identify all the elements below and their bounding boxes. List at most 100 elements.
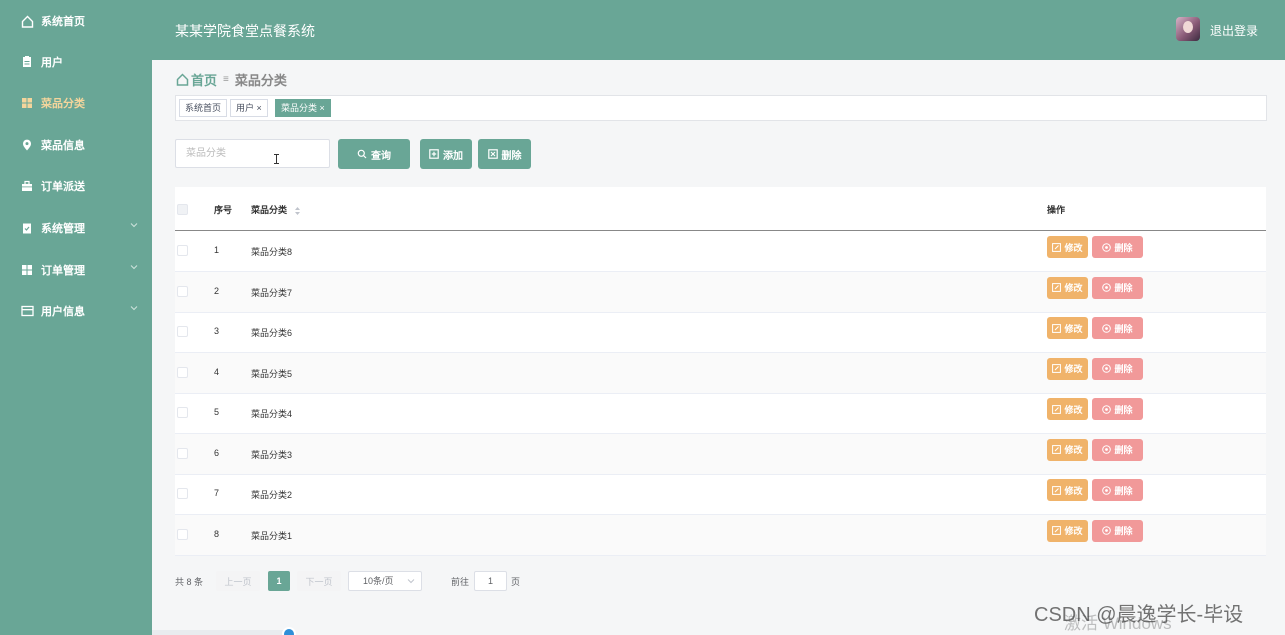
home-icon — [20, 14, 34, 28]
edit-button[interactable]: 修改 — [1047, 519, 1088, 542]
query-button[interactable]: 查询 — [338, 139, 410, 169]
row-checkbox[interactable] — [177, 447, 188, 459]
edit-icon — [1052, 323, 1062, 333]
table-row: 8 菜品分类1 修改 删除 — [175, 514, 1266, 556]
sidebar-item-order-delivery[interactable]: 订单派送 — [0, 165, 152, 207]
edit-button[interactable]: 修改 — [1047, 357, 1088, 380]
row-category: 菜品分类1 — [251, 530, 293, 541]
sidebar-item-label: 系统管理 — [41, 223, 85, 235]
sidebar: 系统首页 用户 菜品分类 菜品信息 订单派送 系统管理 订单管理 用户信息 — [0, 0, 152, 635]
delete-button-label: 删除 — [1114, 242, 1133, 253]
row-category: 菜品分类5 — [251, 368, 293, 379]
sort-icon[interactable] — [294, 206, 301, 216]
sidebar-item-dish-info[interactable]: 菜品信息 — [0, 124, 152, 166]
sidebar-item-label: 订单管理 — [41, 265, 85, 277]
delete-circle-icon — [1102, 445, 1112, 454]
row-index: 8 — [214, 528, 220, 539]
tag-dish-category[interactable]: 菜品分类 × — [275, 99, 331, 117]
batch-delete-button-label: 删除 — [501, 150, 522, 162]
table-row: 7 菜品分类2 修改 删除 — [175, 474, 1266, 515]
home-icon — [176, 73, 189, 86]
search-input[interactable] — [175, 139, 330, 168]
sidebar-item-dish-category[interactable]: 菜品分类 — [0, 82, 152, 124]
page-size-value: 10条/页 — [363, 576, 394, 586]
row-checkbox[interactable] — [177, 488, 188, 499]
edit-button[interactable]: 修改 — [1047, 398, 1088, 420]
breadcrumb-separator-icon: ≡ — [223, 74, 229, 85]
edit-button-label: 修改 — [1064, 364, 1083, 374]
row-category: 菜品分类7 — [251, 287, 293, 298]
page-number-1[interactable]: 1 — [268, 571, 290, 591]
breadcrumb-home[interactable]: 首页 — [176, 70, 217, 89]
add-button[interactable]: 添加 — [420, 139, 472, 169]
row-checkbox[interactable] — [177, 407, 188, 418]
row-checkbox[interactable] — [177, 326, 188, 337]
row-checkbox[interactable] — [177, 528, 188, 540]
delete-button[interactable]: 删除 — [1092, 317, 1143, 339]
row-checkbox[interactable] — [177, 285, 188, 297]
delete-circle-icon — [1102, 283, 1112, 292]
plus-square-icon — [429, 149, 439, 159]
close-icon[interactable]: × — [257, 103, 262, 113]
location-pin-icon — [20, 138, 34, 152]
prev-page-button[interactable]: 上一页 — [216, 571, 260, 591]
row-checkbox[interactable] — [177, 245, 188, 256]
goto-page-unit: 页 — [511, 577, 521, 587]
edit-icon — [1052, 283, 1062, 292]
edit-icon — [1052, 404, 1062, 414]
horizontal-scrollbar[interactable] — [152, 630, 292, 635]
delete-button[interactable]: 删除 — [1092, 357, 1143, 380]
delete-button-label: 删除 — [1114, 445, 1133, 455]
goto-label: 前往 — [451, 577, 470, 587]
row-checkbox[interactable] — [177, 366, 188, 378]
tags-view-bar: 系统首页 用户 × 菜品分类 × — [175, 95, 1267, 121]
goto-page-input[interactable] — [474, 571, 507, 591]
column-header-category[interactable]: 菜品分类 — [251, 203, 301, 216]
document-icon — [20, 55, 34, 69]
edit-icon — [1052, 485, 1062, 495]
sidebar-item-order-management[interactable]: 订单管理 — [0, 249, 152, 291]
edit-button[interactable]: 修改 — [1047, 479, 1088, 501]
tag-label: 系统首页 — [185, 103, 222, 113]
edit-button-label: 修改 — [1064, 404, 1083, 415]
page-size-select[interactable]: 10条/页 — [348, 571, 422, 591]
delete-button[interactable]: 删除 — [1092, 236, 1143, 258]
tag-home[interactable]: 系统首页 — [179, 99, 228, 117]
delete-button[interactable]: 删除 — [1092, 398, 1143, 420]
row-index: 3 — [214, 326, 220, 336]
app-title: 某某学院食堂点餐系统 — [175, 24, 315, 40]
edit-button[interactable]: 修改 — [1047, 236, 1088, 258]
sidebar-item-user-info[interactable]: 用户信息 — [0, 290, 152, 332]
edit-button-label: 修改 — [1064, 445, 1083, 455]
tag-user[interactable]: 用户 × — [230, 99, 268, 117]
edit-button-label: 修改 — [1064, 485, 1083, 496]
delete-circle-icon — [1102, 485, 1112, 495]
delete-button[interactable]: 删除 — [1092, 479, 1143, 501]
delete-button[interactable]: 删除 — [1092, 276, 1143, 299]
sidebar-item-user[interactable]: 用户 — [0, 41, 152, 83]
delete-button-label: 删除 — [1114, 485, 1133, 496]
edit-button[interactable]: 修改 — [1047, 276, 1088, 299]
edit-button[interactable]: 修改 — [1047, 317, 1088, 339]
text-cursor-icon — [274, 154, 279, 164]
sidebar-item-home[interactable]: 系统首页 — [0, 0, 152, 42]
sidebar-item-system-management[interactable]: 系统管理 — [0, 207, 152, 249]
row-category: 菜品分类4 — [251, 409, 293, 419]
close-icon[interactable]: × — [320, 103, 325, 113]
logout-link[interactable]: 退出登录 — [1210, 22, 1258, 39]
edit-button-label: 修改 — [1064, 526, 1083, 536]
select-all-checkbox[interactable] — [177, 204, 188, 215]
avatar[interactable] — [1176, 17, 1200, 41]
batch-delete-button[interactable]: 删除 — [478, 139, 531, 169]
delete-button[interactable]: 删除 — [1092, 438, 1143, 461]
next-page-button[interactable]: 下一页 — [297, 571, 341, 591]
delete-circle-icon — [1102, 404, 1112, 414]
table-row: 6 菜品分类3 修改 删除 — [175, 433, 1266, 475]
edit-button-label: 修改 — [1064, 323, 1083, 334]
delete-button-label: 删除 — [1114, 526, 1133, 536]
tag-label: 菜品分类 — [281, 103, 318, 113]
sidebar-item-label: 用户 — [41, 57, 63, 69]
delete-button[interactable]: 删除 — [1092, 519, 1143, 542]
edit-button[interactable]: 修改 — [1047, 438, 1088, 461]
sidebar-item-label: 菜品分类 — [41, 98, 85, 110]
